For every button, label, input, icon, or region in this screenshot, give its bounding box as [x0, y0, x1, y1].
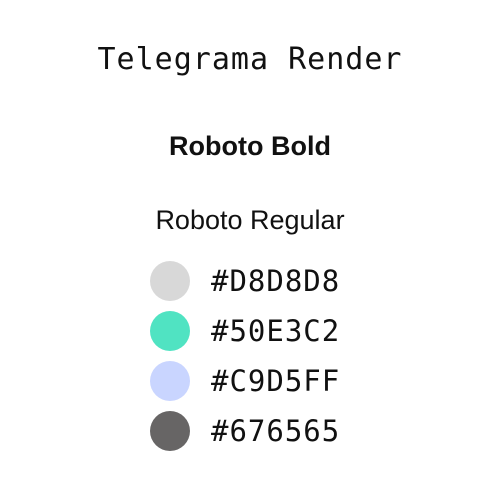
color-swatch-dot — [150, 261, 190, 301]
color-swatch-list: #D8D8D8 #50E3C2 #C9D5FF #676565 — [150, 261, 410, 461]
color-swatch-label: #50E3C2 — [211, 314, 341, 348]
color-swatch-row: #D8D8D8 — [150, 261, 410, 301]
color-swatch-row: #50E3C2 — [150, 311, 410, 351]
color-swatch-row: #C9D5FF — [150, 361, 410, 401]
color-swatch-dot — [150, 411, 190, 451]
color-swatch-row: #676565 — [150, 411, 410, 451]
color-swatch-label: #D8D8D8 — [211, 264, 341, 298]
color-swatch-label: #C9D5FF — [211, 364, 341, 398]
page-title: Telegrama Render — [97, 42, 403, 77]
font-sample-regular: Roboto Regular — [155, 205, 345, 235]
color-swatch-dot — [150, 311, 190, 351]
color-swatch-dot — [150, 361, 190, 401]
style-guide-card: Telegrama Render Roboto Bold Roboto Regu… — [0, 0, 500, 500]
color-swatch-label: #676565 — [211, 414, 341, 448]
font-sample-bold: Roboto Bold — [169, 131, 331, 161]
